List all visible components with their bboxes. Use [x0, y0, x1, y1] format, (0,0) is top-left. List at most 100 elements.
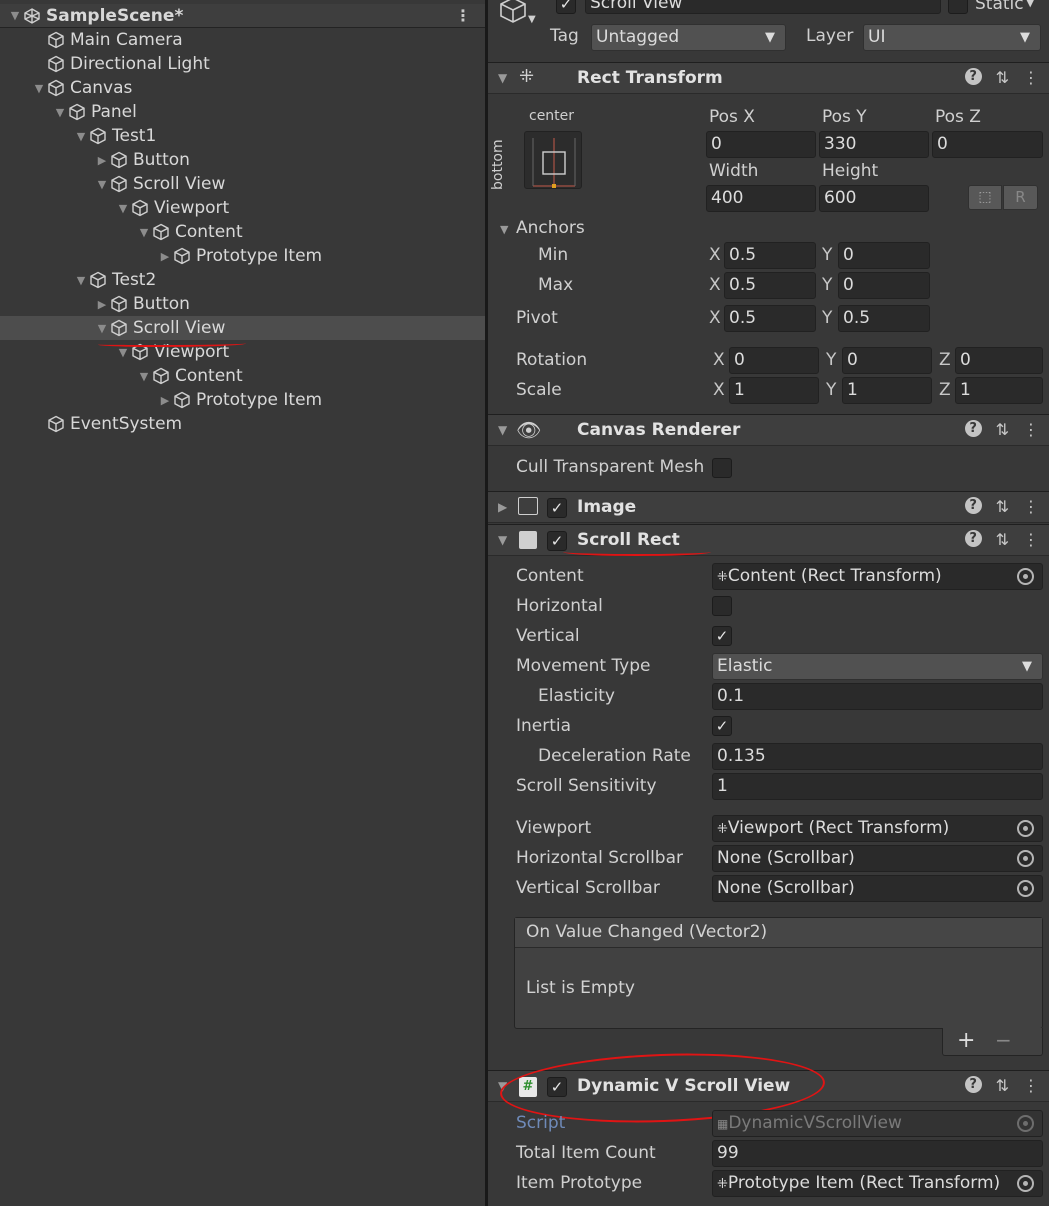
help-icon[interactable]: ? — [964, 1076, 982, 1093]
item-prototype-field[interactable]: ⁜Prototype Item (Rect Transform) — [712, 1170, 1043, 1197]
hierarchy-item[interactable]: ▼ Scroll View — [0, 172, 485, 196]
hierarchy-item[interactable]: ▶ Prototype Item — [0, 388, 485, 412]
movement-type-dropdown[interactable]: Elastic ▼ — [712, 653, 1043, 680]
inertia-checkbox[interactable]: ✓ — [712, 716, 732, 736]
canvas-renderer-header[interactable]: ▼ 👁 Canvas Renderer ? ⇅ ⋮ — [488, 414, 1049, 446]
pos-z-field[interactable]: 0 — [932, 131, 1043, 158]
hierarchy-item[interactable]: ▼ Canvas — [0, 76, 485, 100]
hierarchy-item[interactable]: ▶ Button — [0, 292, 485, 316]
presets-icon[interactable]: ⇅ — [996, 1076, 1009, 1095]
raw-edit-button[interactable]: R — [1003, 185, 1038, 210]
total-item-count-field[interactable]: 99 — [712, 1140, 1043, 1167]
scroll-sensitivity-field[interactable]: 1 — [712, 773, 1043, 800]
hierarchy-item[interactable]: ▼ Test1 — [0, 124, 485, 148]
anchor-min-x-field[interactable]: 0.5 — [724, 242, 816, 269]
kebab-menu-icon[interactable]: ⋮ — [1023, 530, 1039, 549]
object-name-field[interactable]: Scroll View — [585, 0, 941, 14]
object-picker-icon[interactable] — [1017, 568, 1034, 585]
pivot-y-field[interactable]: 0.5 — [838, 305, 930, 332]
tag-dropdown[interactable]: Untagged ▼ — [591, 24, 786, 51]
expand-arrow-icon[interactable]: ▼ — [95, 322, 109, 335]
help-icon[interactable]: ? — [964, 497, 982, 514]
hierarchy-item[interactable]: ▶ Button — [0, 148, 485, 172]
hierarchy-item[interactable]: Main Camera — [0, 28, 485, 52]
rect-transform-header[interactable]: ▼ ⁜ Rect Transform ? ⇅ ⋮ — [488, 62, 1049, 94]
viewport-object-field[interactable]: ⁜Viewport (Rect Transform) — [712, 815, 1043, 842]
fold-arrow-icon[interactable]: ▼ — [498, 533, 507, 547]
expand-arrow-icon[interactable]: ▼ — [116, 202, 130, 215]
hierarchy-item[interactable]: ▶ Prototype Item — [0, 244, 485, 268]
help-icon[interactable]: ? — [964, 420, 982, 437]
static-checkbox[interactable] — [948, 0, 968, 14]
anchor-max-x-field[interactable]: 0.5 — [724, 272, 816, 299]
expand-arrow-icon[interactable]: ▼ — [8, 9, 22, 22]
height-field[interactable]: 600 — [819, 185, 929, 212]
fold-arrow-icon[interactable]: ▶ — [498, 500, 507, 514]
vertical-checkbox[interactable]: ✓ — [712, 626, 732, 646]
rotation-x-field[interactable]: 0 — [729, 347, 819, 374]
hierarchy-item[interactable]: EventSystem — [0, 412, 485, 436]
expand-arrow-icon[interactable]: ▼ — [137, 226, 151, 239]
hierarchy-item[interactable]: ▼ Scroll View — [0, 316, 485, 340]
collapse-arrow-icon[interactable]: ▶ — [158, 250, 172, 263]
expand-arrow-icon[interactable]: ▼ — [53, 106, 67, 119]
horizontal-scrollbar-field[interactable]: None (Scrollbar) — [712, 845, 1043, 872]
kebab-menu-icon[interactable]: ⋮ — [1023, 68, 1039, 87]
deceleration-field[interactable]: 0.135 — [712, 743, 1043, 770]
cull-transparent-checkbox[interactable] — [712, 458, 732, 478]
anchor-max-y-field[interactable]: 0 — [838, 272, 930, 299]
hierarchy-item[interactable]: Directional Light — [0, 52, 485, 76]
fold-arrow-icon[interactable]: ▼ — [498, 423, 507, 437]
blueprint-mode-button[interactable]: ⬚ — [968, 185, 1002, 210]
horizontal-checkbox[interactable] — [712, 596, 732, 616]
presets-icon[interactable]: ⇅ — [996, 530, 1009, 549]
kebab-menu-icon[interactable]: ⋮ — [1023, 497, 1039, 516]
elasticity-field[interactable]: 0.1 — [712, 683, 1043, 710]
hierarchy-item[interactable]: ▼ Test2 — [0, 268, 485, 292]
hierarchy-item[interactable]: ▼ Panel — [0, 100, 485, 124]
hierarchy-item[interactable]: ▼ Content — [0, 220, 485, 244]
presets-icon[interactable]: ⇅ — [996, 420, 1009, 439]
help-icon[interactable]: ? — [964, 530, 982, 547]
dropdown-arrow-icon[interactable]: ▼ — [528, 14, 536, 25]
scale-x-field[interactable]: 1 — [729, 377, 819, 404]
expand-arrow-icon[interactable]: ▼ — [137, 370, 151, 383]
anchor-min-y-field[interactable]: 0 — [838, 242, 930, 269]
expand-arrow-icon[interactable]: ▼ — [74, 274, 88, 287]
more-menu-icon[interactable]: ⋮ — [455, 6, 471, 25]
expand-arrow-icon[interactable]: ▼ — [74, 130, 88, 143]
layer-dropdown[interactable]: UI ▼ — [863, 24, 1041, 51]
presets-icon[interactable]: ⇅ — [996, 68, 1009, 87]
kebab-menu-icon[interactable]: ⋮ — [1023, 1076, 1039, 1095]
scale-y-field[interactable]: 1 — [842, 377, 932, 404]
collapse-arrow-icon[interactable]: ▶ — [95, 154, 109, 167]
static-label[interactable]: Static — [975, 0, 1024, 14]
object-picker-icon[interactable] — [1017, 850, 1034, 867]
kebab-menu-icon[interactable]: ⋮ — [1023, 420, 1039, 439]
rotation-z-field[interactable]: 0 — [955, 347, 1043, 374]
fold-arrow-icon[interactable]: ▼ — [498, 71, 507, 85]
collapse-arrow-icon[interactable]: ▶ — [158, 394, 172, 407]
object-picker-icon[interactable] — [1017, 880, 1034, 897]
expand-arrow-icon[interactable]: ▼ — [116, 346, 130, 359]
image-enabled-checkbox[interactable]: ✓ — [547, 498, 567, 518]
remove-event-button[interactable]: − — [995, 1028, 1012, 1052]
content-object-field[interactable]: ⁜Content (Rect Transform) — [712, 563, 1043, 590]
scale-z-field[interactable]: 1 — [955, 377, 1043, 404]
hierarchy-item[interactable]: ▼ Content — [0, 364, 485, 388]
expand-arrow-icon[interactable]: ▼ — [95, 178, 109, 191]
pos-x-field[interactable]: 0 — [706, 131, 816, 158]
active-checkbox[interactable]: ✓ — [556, 0, 576, 14]
anchor-presets-button[interactable] — [524, 131, 582, 189]
anchors-fold-icon[interactable]: ▼ — [500, 223, 508, 236]
scene-row[interactable]: ▼ SampleScene* ⋮ — [0, 4, 485, 28]
pos-y-field[interactable]: 330 — [819, 131, 929, 158]
anchors-label[interactable]: Anchors — [516, 218, 585, 238]
presets-icon[interactable]: ⇅ — [996, 497, 1009, 516]
rotation-y-field[interactable]: 0 — [842, 347, 932, 374]
object-picker-icon[interactable] — [1017, 820, 1034, 837]
object-picker-icon[interactable] — [1017, 1175, 1034, 1192]
add-event-button[interactable]: + — [957, 1028, 975, 1053]
hierarchy-item[interactable]: ▼ Viewport — [0, 196, 485, 220]
width-field[interactable]: 400 — [706, 185, 816, 212]
